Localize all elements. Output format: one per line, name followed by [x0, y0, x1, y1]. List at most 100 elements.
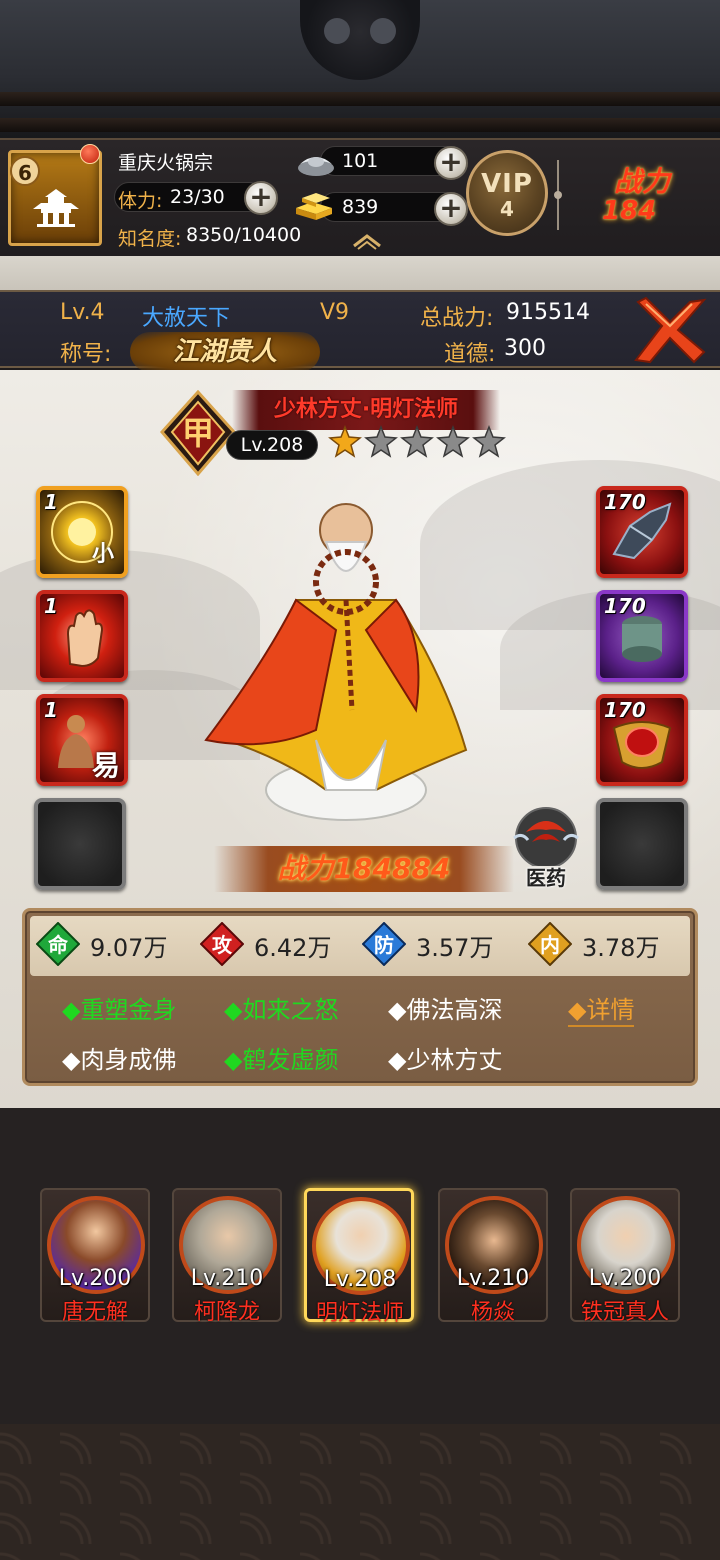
star-filled-icon: [328, 425, 362, 458]
hero-level: Lv.208: [226, 430, 318, 460]
attack-diamond-icon: 攻: [200, 922, 244, 966]
roster-hero-name: 唐无解: [61, 1300, 128, 1325]
stat-attack-value: 6.42万: [254, 934, 332, 962]
trait-item[interactable]: ◆佛法高深: [388, 990, 502, 1025]
close-icon[interactable]: [632, 296, 708, 366]
roster-hero-name: 柯降龙: [193, 1300, 260, 1325]
vip-badge[interactable]: VIP 4: [466, 150, 548, 236]
star-empty-icon: [472, 425, 506, 458]
svg-text:内: 内: [540, 933, 560, 957]
equipment-slot[interactable]: 170: [596, 590, 688, 682]
skill-slot[interactable]: 1 小: [36, 486, 128, 578]
svg-text:防: 防: [374, 933, 394, 957]
roster-hero-level: Lv.210: [190, 1266, 264, 1291]
hero-portrait: [204, 503, 468, 821]
medicine-label: 医药: [526, 866, 566, 890]
wave-pattern-footer: [0, 1424, 720, 1560]
title-label: 称号:: [60, 342, 112, 367]
roster-hero-card[interactable]: Lv.200 唐无解: [40, 1188, 150, 1325]
svg-text:攻: 攻: [212, 933, 233, 957]
empty-skill-slot[interactable]: [34, 798, 126, 890]
roster-hero-card[interactable]: Lv.200 铁冠真人: [570, 1188, 680, 1325]
stamina-value: 23/30: [170, 186, 225, 208]
vip-level: 4: [500, 197, 514, 221]
roster-hero-level: Lv.200: [58, 1266, 132, 1291]
roster-hero-card[interactable]: Lv.210 柯降龙: [172, 1188, 282, 1325]
inner-power-diamond-icon: 内: [528, 922, 572, 966]
stat-attack: 攻 6.42万: [200, 922, 360, 966]
add-gold-button[interactable]: +: [434, 192, 468, 226]
gold-value: 839: [342, 196, 379, 218]
fame-value: 8350/10400: [186, 224, 302, 246]
hp-diamond-icon: 命: [36, 922, 80, 966]
roster-hero-name: 明灯法师: [315, 1301, 404, 1326]
account-level: Lv.4: [60, 300, 105, 325]
stat-inner-power: 内 3.78万: [528, 922, 688, 966]
stat-hp: 命 9.07万: [36, 922, 196, 966]
divider-ornament-icon: [554, 160, 562, 230]
hero-combat-power: 战力184884: [214, 846, 514, 892]
skill-glyph: 易: [92, 749, 121, 782]
morality-label: 道德:: [444, 342, 496, 367]
combat-power-badge[interactable]: 战力 184: [580, 152, 710, 236]
skill-glyph: 小: [92, 542, 115, 567]
title-plaque: 江湖贵人: [130, 332, 320, 372]
star-empty-icon: [436, 425, 470, 458]
stat-inner-power-value: 3.78万: [582, 934, 660, 962]
total-power-label: 总战力:: [420, 306, 494, 331]
gauntlet-icon: [612, 502, 672, 560]
star-empty-icon: [364, 425, 398, 458]
lingzhi-mushroom-icon: [513, 807, 579, 866]
combat-label: 战力: [614, 165, 671, 198]
roster-hero-card[interactable]: Lv.210 杨焱: [438, 1188, 548, 1325]
fame-label: 知名度:: [118, 228, 182, 250]
defense-diamond-icon: 防: [362, 922, 406, 966]
equipment-slot[interactable]: 170: [596, 694, 688, 786]
temple-icon: [33, 189, 79, 227]
trait-item[interactable]: ◆重塑金身: [62, 990, 176, 1025]
silver-value: 101: [342, 150, 379, 172]
palm-icon: [66, 609, 104, 668]
roster-hero-card-selected[interactable]: Lv.208 明灯法师: [304, 1188, 414, 1326]
roster-hero-level: Lv.210: [456, 1266, 530, 1291]
notification-dot-icon: [80, 144, 100, 164]
player-name: 重庆火锅宗: [118, 152, 214, 174]
stat-hp-value: 9.07万: [90, 934, 168, 962]
stamina-label: 体力:: [118, 190, 163, 212]
rank-glyph: 甲: [182, 414, 214, 452]
trait-item[interactable]: ◆鹤发虚颜: [224, 1040, 338, 1075]
add-silver-button[interactable]: +: [434, 146, 468, 180]
medicine-button[interactable]: 医药: [506, 806, 586, 890]
hero-name: 少林方丈·明灯法师: [232, 390, 500, 430]
trait-item[interactable]: ◆少林方丈: [388, 1040, 502, 1075]
server-name: 大赦天下: [142, 306, 231, 331]
vip-rank: V9: [320, 300, 350, 325]
details-link[interactable]: ◆详情: [568, 990, 635, 1027]
vip-label: VIP: [481, 169, 533, 199]
divider-strip: [0, 256, 720, 290]
trait-item[interactable]: ◆肉身成佛: [62, 1040, 176, 1075]
roster-hero-name: 杨焱: [470, 1300, 515, 1325]
ruby-amulet-icon: [612, 721, 672, 769]
star-empty-icon: [400, 425, 434, 458]
empty-equipment-slot[interactable]: [596, 798, 688, 890]
stat-defense: 防 3.57万: [362, 922, 522, 966]
jade-bracer-icon: [622, 616, 662, 662]
roster-hero-level: Lv.200: [588, 1266, 662, 1291]
trait-item[interactable]: ◆如来之怒: [224, 990, 338, 1025]
chevron-up-icon[interactable]: [350, 232, 384, 250]
skill-slot[interactable]: 1: [36, 590, 128, 682]
gold-bars-icon: [296, 193, 332, 220]
svg-text:命: 命: [48, 933, 69, 957]
add-stamina-button[interactable]: +: [244, 181, 278, 215]
stat-defense-value: 3.57万: [416, 934, 494, 962]
silver-ingot-icon: [298, 157, 334, 176]
equipment-slot[interactable]: 170: [596, 486, 688, 578]
skill-slot[interactable]: 1 易: [36, 694, 128, 786]
rank-badge-icon: 甲: [160, 390, 236, 476]
combat-partial-value: 184: [602, 196, 657, 226]
roster-hero-level: Lv.208: [323, 1267, 397, 1292]
roster-hero-name: 铁冠真人: [580, 1300, 669, 1325]
total-power-value: 915514: [506, 300, 590, 325]
morality-value: 300: [504, 336, 546, 361]
